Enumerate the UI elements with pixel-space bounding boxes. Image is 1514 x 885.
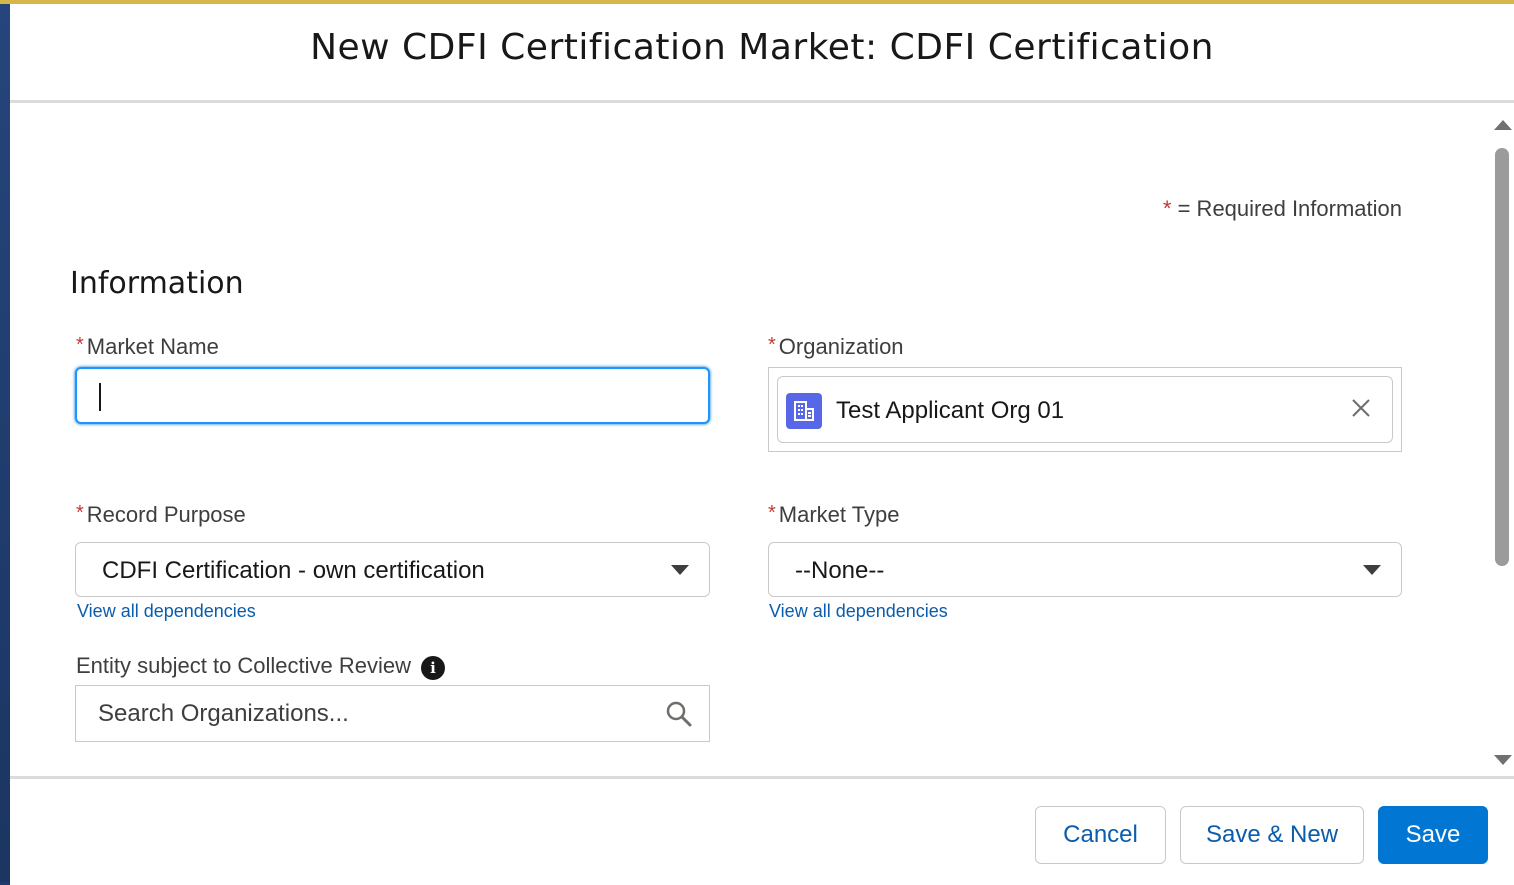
required-star: * [76,334,84,356]
info-icon[interactable]: i [421,656,445,680]
record-purpose-dependencies-link[interactable]: View all dependencies [77,601,256,622]
required-star: * [768,502,776,524]
organization-label-text: Organization [778,334,904,359]
search-placeholder: Search Organizations... [98,700,349,727]
background-frame [0,0,10,882]
cancel-button[interactable]: Cancel [1035,806,1166,864]
market-name-input[interactable] [75,367,710,424]
organization-selected-pill[interactable]: Test Applicant Org 01 [777,376,1393,443]
required-star: * [76,502,84,524]
vertical-scrollbar[interactable] [1490,103,1514,776]
market-type-select[interactable]: --None-- [768,542,1402,597]
record-purpose-value: CDFI Certification - own certification [102,557,485,584]
chevron-down-icon [1363,565,1381,575]
scroll-down-arrow[interactable] [1494,755,1512,765]
required-information-text: = Required Information [1177,196,1402,221]
organization-lookup[interactable]: Test Applicant Org 01 [768,367,1402,452]
market-name-label: * Market Name [76,334,219,360]
required-star: * [1162,196,1172,221]
record-purpose-label: * Record Purpose [76,502,246,528]
scroll-up-arrow[interactable] [1494,120,1512,130]
market-name-label-text: Market Name [86,334,219,359]
modal-dialog: New CDFI Certification Market: CDFI Cert… [10,4,1514,885]
modal-body[interactable]: * = Required Information Information * Ma… [10,103,1514,776]
collective-review-search-input[interactable]: Search Organizations... [75,685,710,742]
save-and-new-button[interactable]: Save & New [1180,806,1364,864]
chevron-down-icon [671,565,689,575]
market-type-label: * Market Type [768,502,899,528]
market-type-dependencies-link[interactable]: View all dependencies [769,601,948,622]
organization-label: * Organization [768,334,904,360]
required-information-legend: * = Required Information [1163,196,1402,222]
building-icon [786,393,822,429]
close-icon[interactable] [1348,395,1374,421]
search-icon [666,701,692,727]
organization-value: Test Applicant Org 01 [836,397,1065,424]
modal-header: New CDFI Certification Market: CDFI Cert… [10,4,1514,103]
text-caret [99,383,101,411]
market-type-value: --None-- [795,557,885,584]
record-purpose-select[interactable]: CDFI Certification - own certification [75,542,710,597]
record-purpose-label-text: Record Purpose [86,502,246,527]
modal-footer: Cancel Save & New Save [10,776,1514,885]
save-button[interactable]: Save [1378,806,1488,864]
required-star: * [768,334,776,356]
scrollbar-thumb[interactable] [1495,148,1509,566]
modal-title: New CDFI Certification Market: CDFI Cert… [310,26,1214,68]
collective-review-label: Entity subject to Collective Review [76,653,412,678]
section-title: Information [70,266,244,301]
market-type-label-text: Market Type [778,502,900,527]
